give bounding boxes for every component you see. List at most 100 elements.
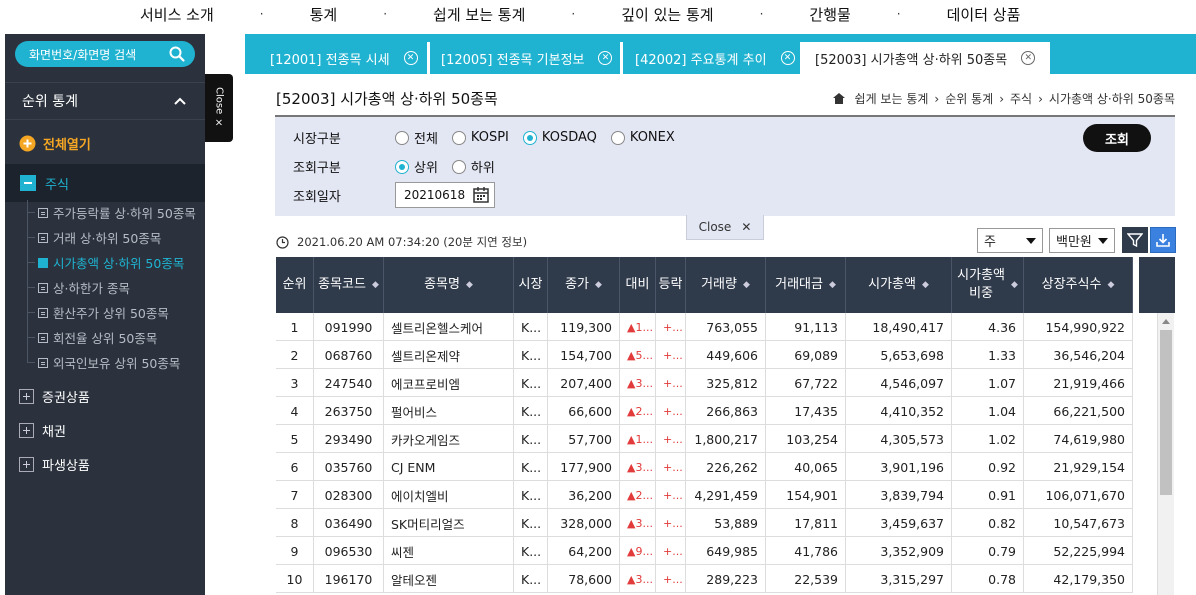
scroll-up-icon[interactable]	[1162, 319, 1170, 324]
col-header-listed-shares[interactable]: 상장주식수 ◆	[1024, 257, 1133, 313]
table-row[interactable]: 7 028300 에이치엘비 K... 36,200 ▲2... +... 4,291,459…	[276, 481, 1133, 509]
sidebar-item-stock[interactable]: 주식	[5, 164, 205, 202]
unit-select[interactable]: 주	[977, 228, 1043, 253]
nav-data-products[interactable]: 데이터 상품	[947, 4, 1021, 25]
date-row: 조회일자 20210618	[293, 182, 495, 208]
radio-all[interactable]: 전체	[395, 128, 438, 147]
cell-market: K...	[514, 313, 548, 341]
cell-listed-shares: 74,619,980	[1024, 425, 1133, 453]
cell-listed-shares: 52,225,994	[1024, 537, 1133, 565]
radio-top[interactable]: 상위	[395, 157, 438, 176]
section-header-rank-stats[interactable]: 순위 통계	[5, 82, 205, 120]
tab-42002[interactable]: [42002] 주요통계 추이 ✕	[623, 42, 795, 74]
col-header-code[interactable]: 종목코드 ◆	[314, 257, 384, 313]
cell-cap-ratio: 0.82	[952, 509, 1024, 537]
chevron-up-icon[interactable]	[173, 94, 187, 108]
table-row[interactable]: 4 263750 펄어비스 K... 66,600 ▲2... +... 266,863 17,…	[276, 397, 1133, 425]
submenu-item-market-cap[interactable]: 시가총액 상·하위 50종목	[5, 250, 205, 275]
chevron-down-icon	[1026, 237, 1036, 244]
table-row[interactable]: 1 091990 셀트리온헬스케어 K... 119,300 ▲1... +... 763,0…	[276, 313, 1133, 341]
radio-bottom[interactable]: 하위	[451, 157, 495, 176]
table-row[interactable]: 6 035760 CJ ENM K... 177,900 ▲3... +... 226,262…	[276, 453, 1133, 481]
submenu-item-limit[interactable]: 상·하한가 종목	[5, 275, 205, 300]
cell-rank: 6	[276, 453, 314, 481]
sidebar-close-tab[interactable]: Close ×	[205, 74, 233, 142]
date-input[interactable]: 20210618	[395, 182, 495, 208]
cell-change: ▲9...	[620, 537, 656, 565]
nav-service-intro[interactable]: 서비스 소개	[140, 4, 214, 25]
nav-publications[interactable]: 간행물	[809, 4, 850, 25]
breadcrumb-item[interactable]: 쉽게 보는 통계	[855, 90, 929, 107]
chevron-right-icon: ›	[934, 91, 940, 106]
submenu-item-price-change[interactable]: 주가등락률 상·하위 50종목	[5, 200, 205, 225]
tab-12005[interactable]: [12005] 전종목 기본정보 ✕	[429, 42, 613, 74]
home-icon[interactable]	[832, 93, 845, 104]
vertical-scrollbar[interactable]	[1157, 313, 1174, 595]
calendar-icon[interactable]	[471, 185, 491, 205]
sidebar-group-etp[interactable]: 증권상품	[19, 387, 90, 406]
filter-close-button[interactable]: Close ✕	[686, 215, 764, 240]
header-label: 등락	[658, 277, 683, 293]
nav-easy-statistics[interactable]: 쉽게 보는 통계	[433, 4, 525, 25]
table-row[interactable]: 2 068760 셀트리온제약 K... 154,700 ▲5... +... 449,606…	[276, 341, 1133, 369]
submenu-item-foreign[interactable]: 외국인보유 상위 50종목	[5, 350, 205, 375]
col-header-market-cap[interactable]: 시가총액 ◆	[846, 257, 952, 313]
cell-value: 41,786	[766, 537, 846, 565]
cell-rate: +...	[656, 509, 686, 537]
nav-deep-statistics[interactable]: 깊이 있는 통계	[621, 4, 713, 25]
cell-rank: 3	[276, 369, 314, 397]
table-row[interactable]: 10 196170 알테오젠 K... 78,600 ▲3... +... 289,223 22…	[276, 565, 1133, 593]
col-header-rate[interactable]: 등락	[656, 257, 686, 313]
plus-box-icon	[19, 423, 34, 438]
col-header-name[interactable]: 종목명 ◆	[384, 257, 514, 313]
scroll-thumb[interactable]	[1160, 330, 1172, 495]
filter-button[interactable]	[1122, 227, 1148, 253]
submenu-item-trading[interactable]: 거래 상·하위 50종목	[5, 225, 205, 250]
tab-12001[interactable]: [12001] 전종목 시세 ✕	[258, 42, 418, 74]
col-header-market[interactable]: 시장	[514, 257, 548, 313]
nav-statistics[interactable]: 통계	[310, 4, 338, 25]
close-icon[interactable]: ✕	[403, 51, 418, 65]
submenu-item-label: 상·하한가 종목	[53, 281, 130, 296]
radio-kospi[interactable]: KOSPI	[451, 130, 509, 145]
breadcrumb-item[interactable]: 주식	[1010, 90, 1032, 107]
close-icon[interactable]: ✕	[1021, 51, 1036, 65]
breadcrumb-item[interactable]: 순위 통계	[945, 90, 993, 107]
sidebar-group-bond[interactable]: 채권	[19, 421, 66, 440]
cell-rank: 1	[276, 313, 314, 341]
submenu-item-converted-price[interactable]: 환산주가 상위 50종목	[5, 300, 205, 325]
sidebar-group-derivatives[interactable]: 파생상품	[19, 455, 90, 474]
tab-52003[interactable]: [52003] 시가총액 상·하위 50종목 ✕	[803, 42, 1050, 74]
col-header-close[interactable]: 종가 ◆	[548, 257, 620, 313]
close-icon[interactable]: ✕	[780, 51, 795, 65]
cell-rank: 8	[276, 509, 314, 537]
search-button[interactable]: 조회	[1083, 124, 1151, 152]
col-header-rank[interactable]: 순위	[276, 257, 314, 313]
cell-value: 40,065	[766, 453, 846, 481]
cell-code: 096530	[314, 537, 384, 565]
search-icon[interactable]	[167, 44, 187, 64]
close-icon[interactable]: ✕	[598, 51, 613, 65]
col-header-value[interactable]: 거래대금 ◆	[766, 257, 846, 313]
submenu-item-turnover[interactable]: 회전율 상위 50종목	[5, 325, 205, 350]
table-row[interactable]: 5 293490 카카오게임즈 K... 57,700 ▲1... +... 1,800,21…	[276, 425, 1133, 453]
col-header-cap-ratio[interactable]: 시가총액 비중 ◆	[952, 257, 1024, 313]
radio-kosdaq[interactable]: KOSDAQ	[522, 130, 597, 145]
col-header-volume[interactable]: 거래량 ◆	[686, 257, 766, 313]
table-row[interactable]: 8 036490 SK머티리얼즈 K... 328,000 ▲3... +... 53,889…	[276, 509, 1133, 537]
header-label: 거래대금	[775, 277, 823, 293]
open-all-button[interactable]: 전체열기	[19, 134, 91, 153]
currency-select[interactable]: 백만원	[1049, 228, 1115, 253]
download-button[interactable]	[1150, 227, 1176, 253]
radio-konex[interactable]: KONEX	[610, 130, 675, 145]
document-icon	[38, 207, 48, 218]
cell-volume: 649,985	[686, 537, 766, 565]
cell-close: 66,600	[548, 397, 620, 425]
cell-rank: 7	[276, 481, 314, 509]
screen-search-input[interactable]: 화면번호/화면명 검색	[15, 41, 195, 67]
col-header-change[interactable]: 대비	[620, 257, 656, 313]
table-row[interactable]: 3 247540 에코프로비엠 K... 207,400 ▲3... +... 325,812…	[276, 369, 1133, 397]
cell-market-cap: 3,839,794	[846, 481, 952, 509]
breadcrumb-item[interactable]: 시가총액 상·하위 50종목	[1049, 90, 1175, 107]
table-row[interactable]: 9 096530 씨젠 K... 64,200 ▲9... +... 649,985 41,78…	[276, 537, 1133, 565]
